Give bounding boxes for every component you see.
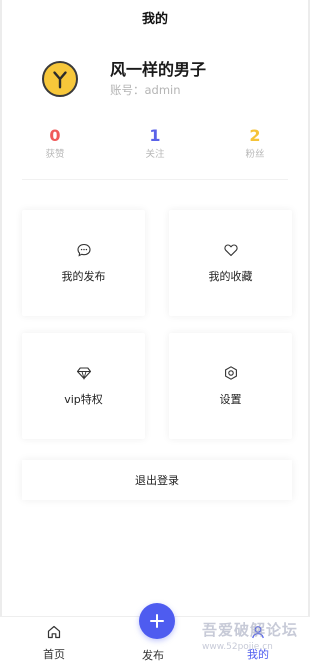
stat-likes-value: 0: [49, 126, 61, 145]
profile-section: 风一样的男子 账号：admin: [42, 52, 290, 106]
stat-following-value: 1: [149, 126, 161, 145]
tab-mine-label: 我的: [247, 648, 269, 661]
vip-label: vip特权: [64, 393, 103, 406]
avatar-glyph-icon: [53, 71, 67, 89]
top-bar: 我的: [0, 0, 310, 34]
chat-bubble-icon: [76, 242, 92, 258]
stat-likes[interactable]: 0 获赞: [22, 126, 88, 179]
settings-label: 设置: [219, 393, 242, 406]
user-icon: [252, 626, 264, 639]
vip-card[interactable]: vip特权: [22, 333, 145, 439]
stat-fans[interactable]: 2 粉丝: [222, 126, 288, 179]
publish-button[interactable]: [139, 603, 175, 639]
gear-icon: [223, 365, 239, 381]
page-title: 我的: [141, 11, 168, 27]
tab-mine[interactable]: 我的: [228, 617, 288, 667]
settings-card[interactable]: 设置: [169, 333, 292, 439]
stat-following-label: 关注: [145, 149, 165, 160]
logout-button[interactable]: 退出登录: [22, 460, 292, 500]
diamond-icon: [76, 365, 92, 381]
home-icon: [47, 625, 61, 639]
heart-icon: [223, 242, 239, 258]
right-border: [308, 0, 310, 667]
avatar[interactable]: [42, 61, 78, 97]
plus-icon: [150, 614, 164, 628]
stat-fans-label: 粉丝: [245, 149, 265, 160]
my-posts-label: 我的发布: [61, 270, 106, 283]
stat-following[interactable]: 1 关注: [122, 126, 188, 179]
profile-account: 账号：admin: [110, 83, 181, 97]
my-favorites-label: 我的收藏: [208, 270, 253, 283]
stats-row: 0 获赞 1 关注 2 粉丝: [22, 126, 288, 180]
stat-fans-value: 2: [249, 126, 261, 145]
my-favorites-card[interactable]: 我的收藏: [169, 210, 292, 316]
tab-home[interactable]: 首页: [24, 617, 84, 667]
profile-name: 风一样的男子: [110, 60, 207, 79]
stat-likes-label: 获赞: [45, 149, 65, 160]
tab-publish-label: 发布: [142, 649, 164, 662]
left-border: [0, 0, 2, 667]
tab-home-label: 首页: [43, 648, 65, 661]
my-posts-card[interactable]: 我的发布: [22, 210, 145, 316]
